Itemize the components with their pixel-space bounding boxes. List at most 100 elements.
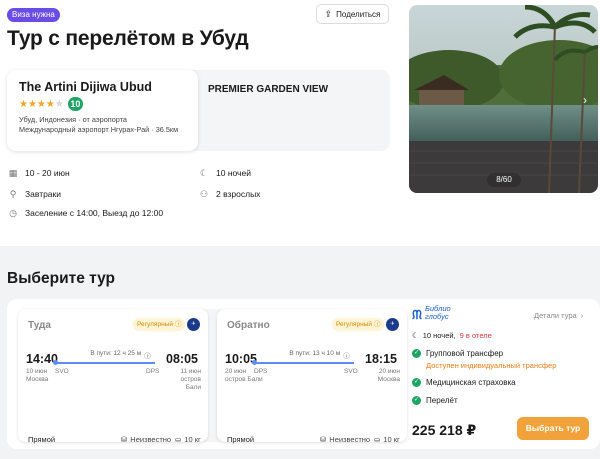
page-title: Тур с перелётом в Убуд xyxy=(7,27,249,50)
inbound-title: Обратно xyxy=(227,320,270,331)
inbound-flight-card[interactable]: Обратно Регулярный ⓘ ✈ 10:05 20 июн остр… xyxy=(217,309,407,444)
gallery-next-icon[interactable]: › xyxy=(583,93,587,107)
outbound-title: Туда xyxy=(28,320,51,331)
cabin-bag-icon: ⛀ xyxy=(175,435,182,444)
arrival-airport-code: DPS xyxy=(146,368,160,375)
individual-transfer-note[interactable]: Доступен индивидуальный трансфер xyxy=(426,361,556,370)
hotel-photo-image xyxy=(409,5,598,193)
route-line xyxy=(252,360,354,365)
dates-detail: ▦ 10 - 20 июн xyxy=(8,167,70,179)
feature-transfer: ✓ Групповой трансфер xyxy=(412,349,503,358)
checkin-detail: ◷ Заселение с 14:00, Выезд до 12:00 xyxy=(8,207,164,219)
info-icon: ⓘ xyxy=(373,321,381,328)
arrival-city: Москва xyxy=(377,376,400,383)
share-button[interactable]: ⇪ Поделиться xyxy=(316,4,389,24)
flight-duration: В пути: 12 ч 25 м ⓘ xyxy=(83,350,158,360)
arrival-time: 08:05 xyxy=(166,352,198,366)
cabin-bag-weight: 10 кг xyxy=(383,435,400,444)
moon-icon: ☾ xyxy=(412,331,419,340)
departure-info: 10 июн Москва xyxy=(26,368,48,384)
regular-badge: Регулярный ⓘ xyxy=(332,318,385,331)
feature-label: Медицинская страховка xyxy=(426,378,516,387)
hotel-airport-distance: Международный аэропорт Нгурах-Рай · 36.5… xyxy=(19,125,179,134)
feature-flight: ✓ Перелёт xyxy=(412,396,458,405)
nights-detail: ☾ 10 ночей xyxy=(199,167,251,179)
duration-text: В пути: 12 ч 25 м xyxy=(90,350,142,357)
score-badge: 10 xyxy=(67,97,83,111)
route-start-dot xyxy=(252,360,257,365)
departure-city: Москва xyxy=(26,376,49,383)
chevron-right-icon: › xyxy=(580,311,584,320)
hotel-rating: ★★★★★ 10 xyxy=(19,97,186,111)
star-rating: ★★★★★ xyxy=(19,98,64,110)
arrival-airport-code: SVO xyxy=(344,368,358,375)
info-icon: ⓘ xyxy=(343,353,350,360)
meal-icon: ⚲ xyxy=(9,188,17,199)
operator-logo-text: Библио глобус xyxy=(425,305,451,321)
cabin-bag-weight: 10 кг xyxy=(184,435,201,444)
outbound-flight-card[interactable]: Туда Регулярный ⓘ ✈ 14:40 10 июн Москва … xyxy=(18,309,208,444)
share-label: Поделиться xyxy=(336,9,381,19)
nights-value: 10 ночей xyxy=(216,168,251,178)
hotel-photo[interactable] xyxy=(409,5,598,193)
photo-counter: 8/60 xyxy=(487,173,521,187)
departure-airport-code: DPS xyxy=(254,368,268,375)
calendar-icon: ▦ xyxy=(8,167,18,178)
tour-price: 225 218 ₽ xyxy=(412,422,477,438)
info-icon: ⓘ xyxy=(174,321,182,328)
baggage-icon: ⛁ xyxy=(121,435,128,444)
route-start-dot xyxy=(53,360,58,365)
departure-date: 20 июн xyxy=(225,368,247,375)
baggage-icon: ⛁ xyxy=(320,435,327,444)
flight-type: Прямой xyxy=(227,435,255,444)
baggage-info: ⛁ Неизвестно xyxy=(320,435,370,444)
hotel-info[interactable]: The Artini Dijiwa Ubud ★★★★★ 10 Убуд, Ин… xyxy=(7,70,198,151)
arrival-info: 20 июн Москва xyxy=(367,368,400,384)
hotel-location-line: Убуд, Индонезия · от аэропорта xyxy=(19,115,127,124)
moon-icon: ☾ xyxy=(199,167,209,178)
tour-nights-hotel: 9 в отеле xyxy=(459,331,492,340)
meals-detail: ⚲ Завтраки xyxy=(8,188,62,200)
regular-badge-label: Регулярный xyxy=(336,321,372,328)
arrival-date: 11 июн xyxy=(180,368,201,375)
regular-badge: Регулярный ⓘ xyxy=(133,318,186,331)
airline-logo-icon: ✈ xyxy=(386,318,399,331)
feature-label: Групповой трансфер xyxy=(426,349,504,358)
flights-block: Туда Регулярный ⓘ ✈ 14:40 10 июн Москва … xyxy=(18,309,407,444)
operator-logo: ᙏ Библио глобус xyxy=(412,305,472,325)
guests-value: 2 взрослых xyxy=(216,189,261,199)
share-icon: ⇪ xyxy=(324,8,333,19)
tour-details-link[interactable]: Детали тура › xyxy=(534,311,583,320)
checkin-value: Заселение с 14:00, Выезд до 12:00 xyxy=(25,208,164,218)
flight-duration: В пути: 13 ч 10 м ⓘ xyxy=(282,350,357,360)
departure-date: 10 июн xyxy=(26,368,48,375)
hotel-name[interactable]: The Artini Dijiwa Ubud xyxy=(19,80,186,94)
info-icon: ⓘ xyxy=(144,353,151,360)
feature-label: Перелёт xyxy=(426,396,458,405)
cabin-bag-icon: ⛀ xyxy=(374,435,381,444)
baggage-info: ⛁ Неизвестно xyxy=(121,435,171,444)
baggage-status: Неизвестно xyxy=(130,435,172,444)
airline-logo-icon: ✈ xyxy=(187,318,200,331)
dates-value: 10 - 20 июн xyxy=(25,168,70,178)
clock-icon: ◷ xyxy=(9,207,17,218)
select-tour-title: Выберите тур xyxy=(7,270,116,287)
departure-airport-code: SVO xyxy=(55,368,69,375)
hotel-location: Убуд, Индонезия · от аэропорта Междунаро… xyxy=(19,115,186,135)
arrival-info: 11 июн остров Бали xyxy=(168,368,201,392)
arrival-time: 18:15 xyxy=(365,352,397,366)
hotel-card: The Artini Dijiwa Ubud ★★★★★ 10 Убуд, Ин… xyxy=(7,70,390,151)
regular-badge-label: Регулярный xyxy=(137,321,173,328)
tour-details-label: Детали тура xyxy=(534,311,577,320)
tour-nights-text: 10 ночей, xyxy=(422,331,456,340)
choose-tour-button[interactable]: Выбрать тур xyxy=(517,417,589,440)
feature-insurance: ✓ Медицинская страховка xyxy=(412,378,516,387)
meals-value: Завтраки xyxy=(25,189,62,199)
tour-nights: ☾ 10 ночей, 9 в отеле xyxy=(412,331,492,340)
room-name: PREMIER GARDEN VIEW xyxy=(208,84,329,95)
operator-logo-line2: глобус xyxy=(425,312,449,321)
visa-badge: Виза нужна xyxy=(7,8,60,22)
tour-offer-card: Туда Регулярный ⓘ ✈ 14:40 10 июн Москва … xyxy=(7,299,600,449)
flight-type: Прямой xyxy=(28,435,56,444)
guests-detail: ⚇ 2 взрослых xyxy=(199,189,261,200)
